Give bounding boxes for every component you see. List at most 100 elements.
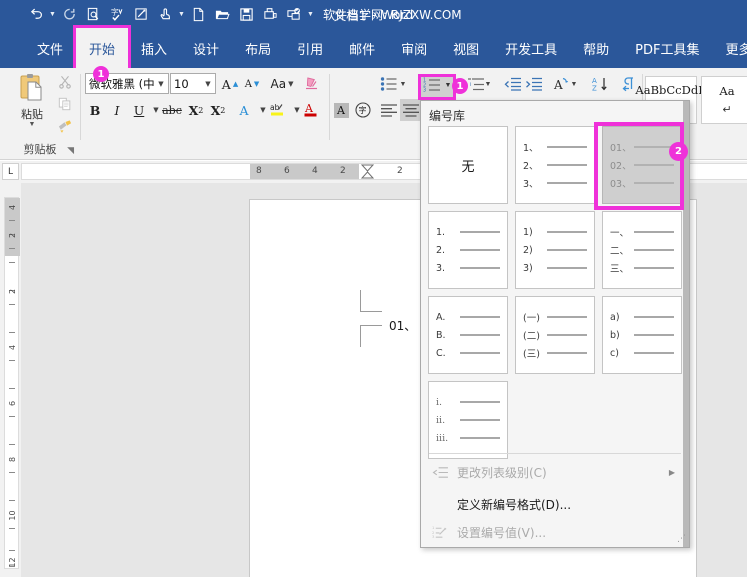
- ribbon-tab-9[interactable]: 开发工具: [492, 28, 570, 68]
- undo-icon[interactable]: [24, 2, 48, 26]
- numbering-library-dropdown: 编号库 无 1、 2、 3、 01、 02、 03、 1. 2. 3. 1) 2) 3) 一、 二、 三、 A.…: [420, 100, 690, 548]
- customize-qat-caret[interactable]: ▼: [306, 2, 315, 26]
- clear-formatting-icon[interactable]: [300, 73, 322, 95]
- ribbon-tab-8[interactable]: 视图: [440, 28, 492, 68]
- vertical-ruler-track[interactable]: 4 2 2 4 6 8 10 12: [4, 197, 20, 569]
- numbering-preview-label: i.: [436, 396, 443, 408]
- numbering-preview-line: [547, 267, 587, 269]
- chinese-layout-dropdown-caret[interactable]: ▼: [568, 73, 580, 95]
- ribbon-tab-5[interactable]: 引用: [284, 28, 336, 68]
- redo-icon[interactable]: [57, 2, 81, 26]
- numbering-preview-row: a): [610, 308, 674, 326]
- change-case-button[interactable]: Aa ▼: [269, 73, 295, 95]
- numbering-format-arabic-paren[interactable]: 1) 2) 3): [515, 211, 595, 289]
- multilevel-list-dropdown-caret[interactable]: ▼: [482, 73, 494, 95]
- numbering-preview-row: i.: [436, 393, 500, 411]
- numbering-format-lower-alpha-paren[interactable]: a) b) c): [602, 296, 682, 374]
- dropdown-scroll-strip[interactable]: [683, 101, 689, 547]
- tab-stop-selector[interactable]: L: [2, 163, 19, 180]
- numbering-preview-row: 3.: [436, 259, 500, 277]
- resize-grip[interactable]: ⋰: [677, 533, 686, 544]
- ruler-tick-label: 2: [8, 288, 17, 295]
- ribbon-tab-1[interactable]: 开始: [73, 25, 132, 71]
- new-document-icon[interactable]: [186, 2, 210, 26]
- ribbon-tab-12[interactable]: 更多工具: [713, 28, 747, 68]
- share-review-icon[interactable]: [282, 2, 306, 26]
- paste-dropdown-caret[interactable]: ▼: [29, 121, 36, 128]
- touch-mode-icon[interactable]: [153, 2, 177, 26]
- ribbon-tab-7[interactable]: 审阅: [388, 28, 440, 68]
- svg-text:ab: ab: [270, 103, 280, 112]
- format-painter-icon[interactable]: [54, 116, 76, 136]
- ribbon-tab-6[interactable]: 邮件: [336, 28, 388, 68]
- save-icon[interactable]: [234, 2, 258, 26]
- print-icon[interactable]: [258, 2, 282, 26]
- numbering-dropdown-caret[interactable]: ▼: [445, 82, 452, 89]
- print-preview-icon[interactable]: [81, 2, 105, 26]
- open-folder-icon[interactable]: [210, 2, 234, 26]
- ribbon-tab-label: 帮助: [583, 42, 610, 58]
- numbering-format-arabic-dunhao[interactable]: 1、 2、 3、: [515, 126, 595, 204]
- numbering-format-none[interactable]: 无: [428, 126, 508, 204]
- paste-button[interactable]: 粘贴 ▼: [8, 73, 56, 128]
- shrink-font-button[interactable]: A ▼: [242, 73, 262, 95]
- numbering-list-button[interactable]: 123 ▼: [420, 74, 454, 96]
- text-effects-button[interactable]: A: [234, 99, 254, 121]
- menu-item-change-list-level[interactable]: 更改列表级别(C) ▶: [423, 459, 687, 485]
- char-shading-button[interactable]: A: [330, 99, 352, 121]
- decrease-indent-button[interactable]: [502, 73, 524, 95]
- submenu-arrow-icon: ▶: [668, 467, 675, 477]
- subscript-button[interactable]: X2: [186, 99, 206, 121]
- cut-scissors-icon[interactable]: [54, 72, 76, 92]
- numbering-preview-line: [547, 316, 587, 318]
- numbering-preview-line: [547, 352, 587, 354]
- ribbon-tab-11[interactable]: PDF工具集: [622, 28, 712, 68]
- hanging-indent-marker[interactable]: [360, 171, 375, 181]
- bold-button[interactable]: B: [85, 99, 105, 121]
- numbering-format-upper-alpha-period[interactable]: A. B. C.: [428, 296, 508, 374]
- vertical-ruler[interactable]: 4 2 2 4 6 8 10 12: [0, 183, 21, 577]
- align-center-button[interactable]: [400, 99, 422, 121]
- numbering-format-chinese-paren[interactable]: (一) (二) (三): [515, 296, 595, 374]
- numbering-none-label: 无: [461, 159, 475, 175]
- font-size-dropdown-caret[interactable]: ▼: [201, 80, 215, 88]
- strikethrough-button[interactable]: abc: [160, 99, 184, 121]
- menu-item-define-new-number-format[interactable]: 定义新编号格式(D)...: [423, 491, 687, 517]
- superscript-button[interactable]: X2: [208, 99, 228, 121]
- copy-icon[interactable]: [54, 94, 76, 114]
- callout-badge-1-ribbon: 1: [452, 78, 468, 94]
- font-name-dropdown-caret[interactable]: ▼: [154, 80, 168, 88]
- ribbon-tab-4[interactable]: 布局: [232, 28, 284, 68]
- numbering-preview-line: [547, 249, 587, 251]
- ribbon-tab-10[interactable]: 帮助: [570, 28, 622, 68]
- document-number-text[interactable]: 01、: [389, 317, 416, 334]
- ruler-tick-label: 2: [340, 166, 346, 176]
- numbering-format-arabic-period[interactable]: 1. 2. 3.: [428, 211, 508, 289]
- font-size-combo[interactable]: 10 ▼: [170, 73, 216, 94]
- spell-check-icon[interactable]: 字: [105, 2, 129, 26]
- ribbon-tab-0[interactable]: 文件: [24, 28, 76, 68]
- document-title-app: Word: [381, 6, 414, 22]
- highlight-color-button[interactable]: ab: [267, 99, 289, 121]
- sort-az-button[interactable]: AZ: [589, 73, 611, 95]
- touch-mode-dropdown-caret[interactable]: ▼: [177, 2, 186, 26]
- ribbon-tab-2[interactable]: 插入: [128, 28, 180, 68]
- bullet-list-dropdown-caret[interactable]: ▼: [397, 73, 409, 95]
- numbering-format-lower-roman-period[interactable]: i. ii. iii.: [428, 381, 508, 459]
- enclose-character-button[interactable]: 字: [352, 99, 374, 121]
- clipboard-dialog-launcher[interactable]: ◥: [67, 145, 74, 156]
- align-left-button[interactable]: [378, 99, 400, 121]
- numbering-preview-row: 03、: [610, 174, 674, 192]
- numbering-format-zero-padded-dunhao[interactable]: 01、 02、 03、: [602, 126, 682, 204]
- undo-dropdown-caret[interactable]: ▼: [48, 2, 57, 26]
- increase-indent-button[interactable]: [523, 73, 545, 95]
- ruler-tick-label: 6: [284, 166, 290, 176]
- menu-item-set-numbering-value[interactable]: 123 设置编号值(V)...: [423, 519, 687, 545]
- numbering-format-chinese-dunhao[interactable]: 一、 二、 三、: [602, 211, 682, 289]
- ribbon-tab-3[interactable]: 设计: [180, 28, 232, 68]
- edit-icon[interactable]: [129, 2, 153, 26]
- font-color-button[interactable]: A: [301, 99, 321, 121]
- grow-font-button[interactable]: A ▲: [220, 73, 240, 95]
- style-item-second[interactable]: Aa ↵: [701, 76, 747, 124]
- italic-button[interactable]: I: [107, 99, 127, 121]
